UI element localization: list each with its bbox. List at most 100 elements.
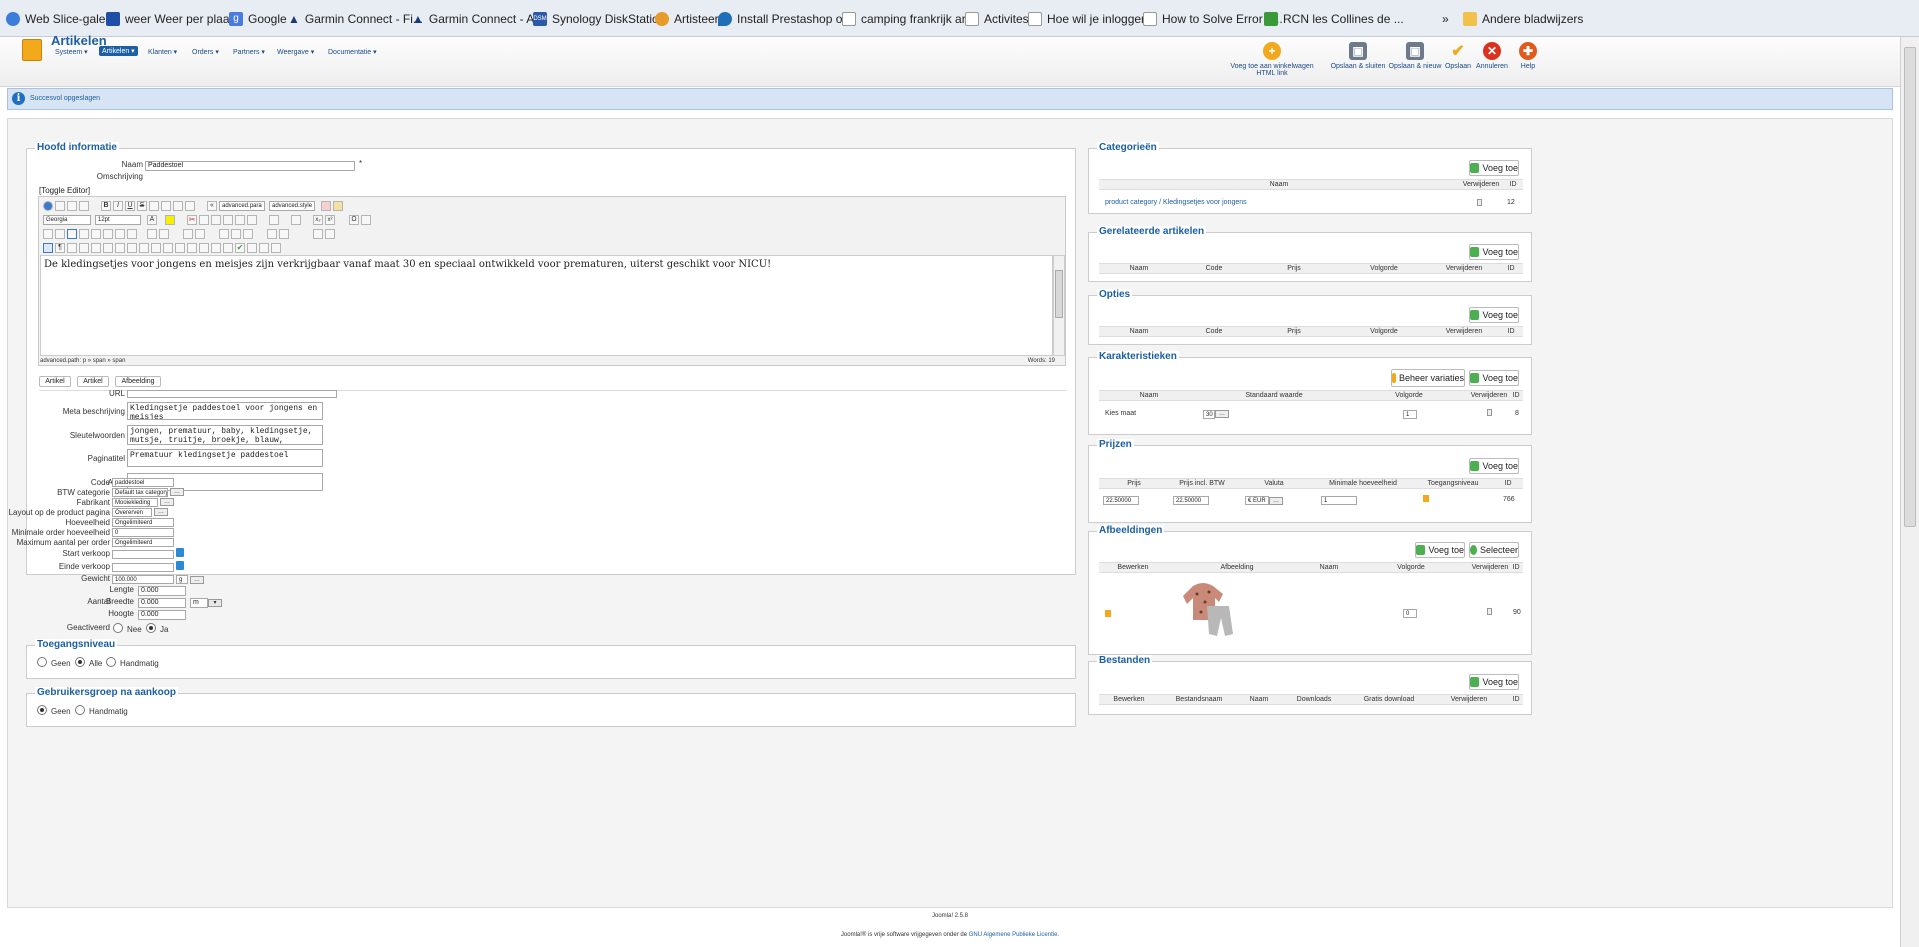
underline-icon[interactable]: U [125,201,135,211]
characteristic-order[interactable]: 1 [1403,410,1417,419]
active-no-radio[interactable] [113,623,123,633]
replace-icon[interactable] [127,229,137,239]
menu-artikelen[interactable]: Artikelen ▾ [99,46,138,56]
meta-description-textarea[interactable]: Kledingsetje paddestoel voor jongens en … [127,402,323,420]
add-image-button[interactable]: Voeg toe [1415,542,1465,558]
sale-start-input[interactable] [112,550,174,559]
help-button[interactable]: ✚ Help [1498,42,1558,70]
page-title-textarea[interactable]: Prematuur kledingsetje paddestoel [127,449,323,467]
height-input[interactable]: 0.000 [138,610,186,620]
paste-icon[interactable] [211,215,221,225]
bookmark-item[interactable]: Artisteer [655,9,719,29]
currency-select[interactable]: € EUR [1245,496,1269,505]
insert-col-icon[interactable] [243,229,253,239]
add-price-button[interactable]: Voeg toe [1469,458,1519,474]
bookmark-item[interactable]: RCN les Collines de ... [1264,9,1404,29]
bookmark-item[interactable]: How to Solve Error #... [1143,9,1283,29]
image-order-input[interactable]: 0 [1403,609,1417,618]
spellcheck-icon[interactable]: ✔ [235,243,245,253]
visualaid-icon[interactable] [43,243,53,253]
paste-text-icon[interactable] [223,215,233,225]
weight-unit-button[interactable]: … [190,576,204,584]
add-file-button[interactable]: Voeg toe [1469,674,1519,690]
code-icon[interactable] [247,243,257,253]
bookmark-item[interactable]: Activites [965,9,1029,29]
delete-checkbox[interactable] [1477,199,1482,206]
bookmark-item[interactable]: g Google [229,9,287,29]
anchor-icon[interactable] [91,229,101,239]
usergroup-none-radio[interactable] [37,705,47,715]
style-select[interactable]: advanced.style [269,201,315,211]
cut-icon[interactable]: ✂ [187,215,197,225]
ins-icon[interactable] [127,243,137,253]
table-icon[interactable] [183,229,193,239]
manufacturer-select[interactable]: Mooiekleding [112,498,158,507]
stock-input[interactable]: Ongelimiteerd [112,518,174,527]
image-icon[interactable] [147,229,157,239]
blockquote-icon[interactable]: « [207,201,217,211]
highlight-icon[interactable] [165,215,175,225]
attribs-icon[interactable] [139,243,149,253]
bold-icon[interactable]: B [101,201,111,211]
layer-icon[interactable] [313,229,323,239]
add-category-button[interactable]: Voeg toe [1469,160,1519,176]
new-doc-icon[interactable] [55,201,65,211]
italic-icon[interactable]: I [113,201,123,211]
dimension-unit-select[interactable]: m [190,598,208,608]
del-icon[interactable] [115,243,125,253]
add-option-button[interactable]: Voeg toe [1469,307,1519,323]
price-incl-input[interactable]: 22.50000 [1173,496,1209,505]
editor-content[interactable]: De kledingsetjes voor jongens en meisjes… [40,255,1053,356]
bookmark-item[interactable]: Install Prestashop o... [718,9,852,29]
media-icon[interactable] [159,229,169,239]
hr-icon[interactable] [361,215,371,225]
search-icon[interactable] [115,229,125,239]
insert-image-button[interactable]: Afbeelding [115,376,161,387]
bookmark-item[interactable]: ▲ Garmin Connect - A... [412,9,544,29]
layout-edit-button[interactable]: … [154,508,168,516]
insert-row-icon[interactable] [219,229,229,239]
split-cells-icon[interactable] [267,229,277,239]
copy-icon[interactable] [199,215,209,225]
redo-icon[interactable] [79,201,89,211]
usergroup-manual-radio[interactable] [75,705,85,715]
add-characteristic-button[interactable]: Voeg toe [1469,370,1519,386]
align-right-icon[interactable] [173,201,183,211]
font-size-select[interactable]: 12pt [95,215,141,225]
characteristic-value-button[interactable]: … [1215,410,1229,418]
justify-icon[interactable] [185,201,195,211]
insert-article-button[interactable]: Artikel [39,376,71,387]
edit-icon[interactable] [1423,495,1429,502]
abbr-icon[interactable] [91,243,101,253]
min-quantity-input[interactable]: 1 [1321,496,1357,505]
menu-systeem[interactable]: Systeem ▾ [55,48,88,56]
preview-icon[interactable] [211,243,221,253]
nonbreaking-icon[interactable] [163,243,173,253]
manufacturer-edit-button[interactable]: … [160,498,174,506]
delete-row-icon[interactable] [231,229,241,239]
layout-select[interactable]: Overerven [112,508,152,517]
other-bookmarks[interactable]: Andere bladwijzers [1463,9,1583,29]
menu-weergave[interactable]: Weergave ▾ [277,48,314,56]
eraser-icon[interactable] [333,201,343,211]
format-select[interactable]: advanced.para [219,201,265,211]
bookmark-item[interactable]: DSM Synology DiskStatio... [533,9,669,29]
weight-input[interactable]: 100.000 [112,575,174,584]
cite-icon[interactable] [79,243,89,253]
unlink-icon[interactable] [79,229,89,239]
bookmark-item[interactable]: Hoe wil je inloggen? [1028,9,1154,29]
text-color-icon[interactable]: A [147,215,157,225]
emotions-icon[interactable] [175,243,185,253]
delete-checkbox[interactable] [1487,409,1492,416]
chevron-down-icon[interactable]: ▾ [208,599,222,607]
sale-end-input[interactable] [112,563,174,572]
bookmark-item[interactable]: weer Weer per plaat... [106,9,243,29]
clean-icon[interactable] [321,201,331,211]
row-props-icon[interactable] [195,229,205,239]
strikethrough-icon[interactable]: S [137,201,147,211]
blockformat-icon[interactable] [259,243,269,253]
page-scrollbar[interactable] [1900,37,1919,947]
insert-article-link-button[interactable]: Artikel [77,376,109,387]
font-family-select[interactable]: Georgia [43,215,91,225]
access-manual-radio[interactable] [106,657,116,667]
